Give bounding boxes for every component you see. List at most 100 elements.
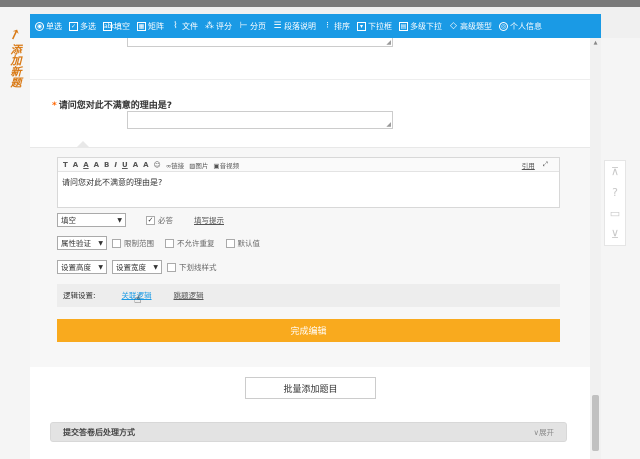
toolbar-item-label: 单选 <box>46 21 62 31</box>
control-row-1: 填空 ▼ ✓ 必答 填写提示 <box>57 213 224 227</box>
toolbar-item-label: 分页 <box>250 21 266 31</box>
height-value: 设置高度 <box>61 262 91 272</box>
no-repeat-checkbox[interactable]: 不允许重复 <box>165 238 215 249</box>
side-tools: ⊼ ? ▭ ⊻ <box>604 160 626 246</box>
answer-textarea[interactable]: ◢ <box>127 111 393 129</box>
collapse-down-icon[interactable]: ⊻ <box>611 228 619 241</box>
rating-icon: ⁂ <box>205 20 214 31</box>
help-icon[interactable]: ? <box>612 186 618 199</box>
batch-add-questions-button[interactable]: 批量添加题目 <box>245 377 376 399</box>
toolbar-item-7[interactable]: ☰ 段落说明 <box>273 21 316 32</box>
previous-answer-textarea[interactable]: ◢ <box>127 38 393 47</box>
underline-icon[interactable]: U <box>122 161 128 169</box>
fill-hint-link[interactable]: 填写提示 <box>194 215 224 226</box>
add-new-question-label[interactable]: ↗ 添加新题 <box>6 25 24 92</box>
checkbox-checked-icon: ✓ <box>146 215 155 225</box>
chevron-down-icon: ▼ <box>98 263 103 271</box>
browser-top-strip <box>0 0 640 7</box>
message-icon[interactable]: ▭ <box>610 207 620 220</box>
matrix-icon: ▦ <box>137 21 146 31</box>
required-star: * <box>52 101 57 111</box>
default-value-checkbox[interactable]: 默认值 <box>225 238 261 249</box>
required-checkbox[interactable]: ✓ 必答 <box>146 215 173 226</box>
hand-cursor-icon: ☝ <box>134 292 142 306</box>
rich-text-editor[interactable]: T A A A B I U A A ☺ ∞链接 ▨图片 ▣音视频 引用 ⤢ 请问… <box>57 157 560 208</box>
resize-handle-icon[interactable]: ◢ <box>386 39 391 46</box>
checkbox-icon <box>165 238 174 248</box>
toolbar-item-6[interactable]: ⊢ 分页 <box>239 21 266 32</box>
checkbox-icon <box>225 238 235 248</box>
toolbar-item-11[interactable]: ◇ 高级题型 <box>449 21 492 32</box>
no-repeat-label: 不允许重复 <box>177 238 215 248</box>
divider <box>30 79 590 80</box>
toolbar-item-label: 矩阵 <box>148 21 164 31</box>
scrollbar-thumb[interactable] <box>592 395 599 451</box>
toolbar-item-0[interactable]: ◉ 单选 <box>35 21 62 32</box>
control-row-3: 设置高度 ▼ 设置宽度 ▼ 下划线样式 <box>57 260 228 274</box>
expand-label: 展开 <box>539 427 554 437</box>
width-select[interactable]: 设置宽度 ▼ <box>112 260 162 274</box>
toolbar-item-label: 高级题型 <box>460 21 492 31</box>
toolbar-item-8[interactable]: ⁝ 排序 <box>323 21 350 32</box>
finish-editing-button[interactable]: 完成编辑 <box>57 319 560 342</box>
resize-handle-icon[interactable]: ◢ <box>386 121 391 128</box>
jump-logic-link[interactable]: 跳题逻辑 <box>174 290 204 301</box>
toolbar-item-label: 个人信息 <box>510 21 542 31</box>
checkbox-icon <box>167 262 176 272</box>
checkbox-icon: ✓ <box>69 21 78 31</box>
quote-button[interactable]: 引用 <box>522 160 535 170</box>
toolbar-item-label: 排序 <box>334 21 350 31</box>
font-color-icon[interactable]: A <box>83 161 88 169</box>
toolbar-item-12[interactable]: ◎ 个人信息 <box>499 21 542 32</box>
editor-content[interactable]: 请问您对此不满意的理由是? <box>58 172 559 193</box>
superscript-icon[interactable]: A <box>133 161 138 169</box>
bold-icon[interactable]: B <box>104 161 109 169</box>
link-tool[interactable]: ∞链接 <box>166 160 184 170</box>
logic-label: 逻辑设置: <box>63 291 96 300</box>
toolbar-item-label: 多级下拉 <box>410 21 442 31</box>
media-tool[interactable]: ▣音视频 <box>213 160 239 170</box>
back-to-top-icon[interactable]: ⊼ <box>611 165 619 178</box>
panel-caret <box>76 141 90 148</box>
height-select[interactable]: 设置高度 ▼ <box>57 260 107 274</box>
image-label: 图片 <box>195 161 209 170</box>
image-tool[interactable]: ▨图片 <box>189 160 208 170</box>
underline-style-checkbox[interactable]: 下划线样式 <box>167 262 217 273</box>
question-type-select[interactable]: 填空 ▼ <box>57 213 126 227</box>
chevron-down-icon: ▼ <box>98 239 103 247</box>
toolbar-item-1[interactable]: ✓ 多选 <box>69 21 96 32</box>
submit-handling-section[interactable]: 提交答卷后处理方式 ∨展开 <box>50 422 567 442</box>
fullscreen-icon[interactable]: ⤢ <box>543 160 548 170</box>
toolbar-item-4[interactable]: ⌇ 文件 <box>171 21 198 32</box>
limit-range-checkbox[interactable]: 限制范围 <box>112 238 154 249</box>
subscript-icon[interactable]: A <box>143 161 148 169</box>
emoji-icon[interactable]: ☺ <box>154 161 161 169</box>
font-icon[interactable]: T <box>63 161 68 169</box>
default-value-label: 默认值 <box>237 238 261 248</box>
toolbar-item-5[interactable]: ⁂ 评分 <box>205 21 232 32</box>
expand-toggle[interactable]: ∨展开 <box>534 427 555 438</box>
font-size-icon[interactable]: A <box>73 161 78 169</box>
toolbar-item-9[interactable]: ▾ 下拉框 <box>357 21 392 32</box>
toolbar-item-3[interactable]: ▦ 矩阵 <box>137 21 164 32</box>
dropdown-icon: ▾ <box>357 21 366 31</box>
toolbar-item-label: 填空 <box>114 21 130 31</box>
paragraph-icon: ☰ <box>273 20 282 31</box>
italic-icon[interactable]: I <box>114 161 117 169</box>
toolbar-item-2[interactable]: abc 填空 <box>103 21 130 32</box>
arrow-icon: ↗ <box>6 25 24 45</box>
person-icon: ◎ <box>499 21 508 31</box>
highlight-icon[interactable]: A <box>94 161 99 169</box>
toolbar-item-label: 下拉框 <box>368 21 392 31</box>
question-type-value: 填空 <box>61 215 76 225</box>
add-new-question-text: 添加新题 <box>9 44 22 88</box>
toolbar-item-label: 多选 <box>80 21 96 31</box>
media-label: 音视频 <box>219 161 240 170</box>
toolbar-item-10[interactable]: ▤ 多级下拉 <box>399 21 442 32</box>
scroll-up-icon[interactable]: ▲ <box>592 40 599 46</box>
paperclip-icon: ⌇ <box>173 20 178 31</box>
toolbar-item-label: 文件 <box>182 21 198 31</box>
validation-select[interactable]: 属性验证 ▼ <box>57 236 107 250</box>
fill-blank-icon: abc <box>103 21 115 31</box>
width-value: 设置宽度 <box>116 262 146 272</box>
